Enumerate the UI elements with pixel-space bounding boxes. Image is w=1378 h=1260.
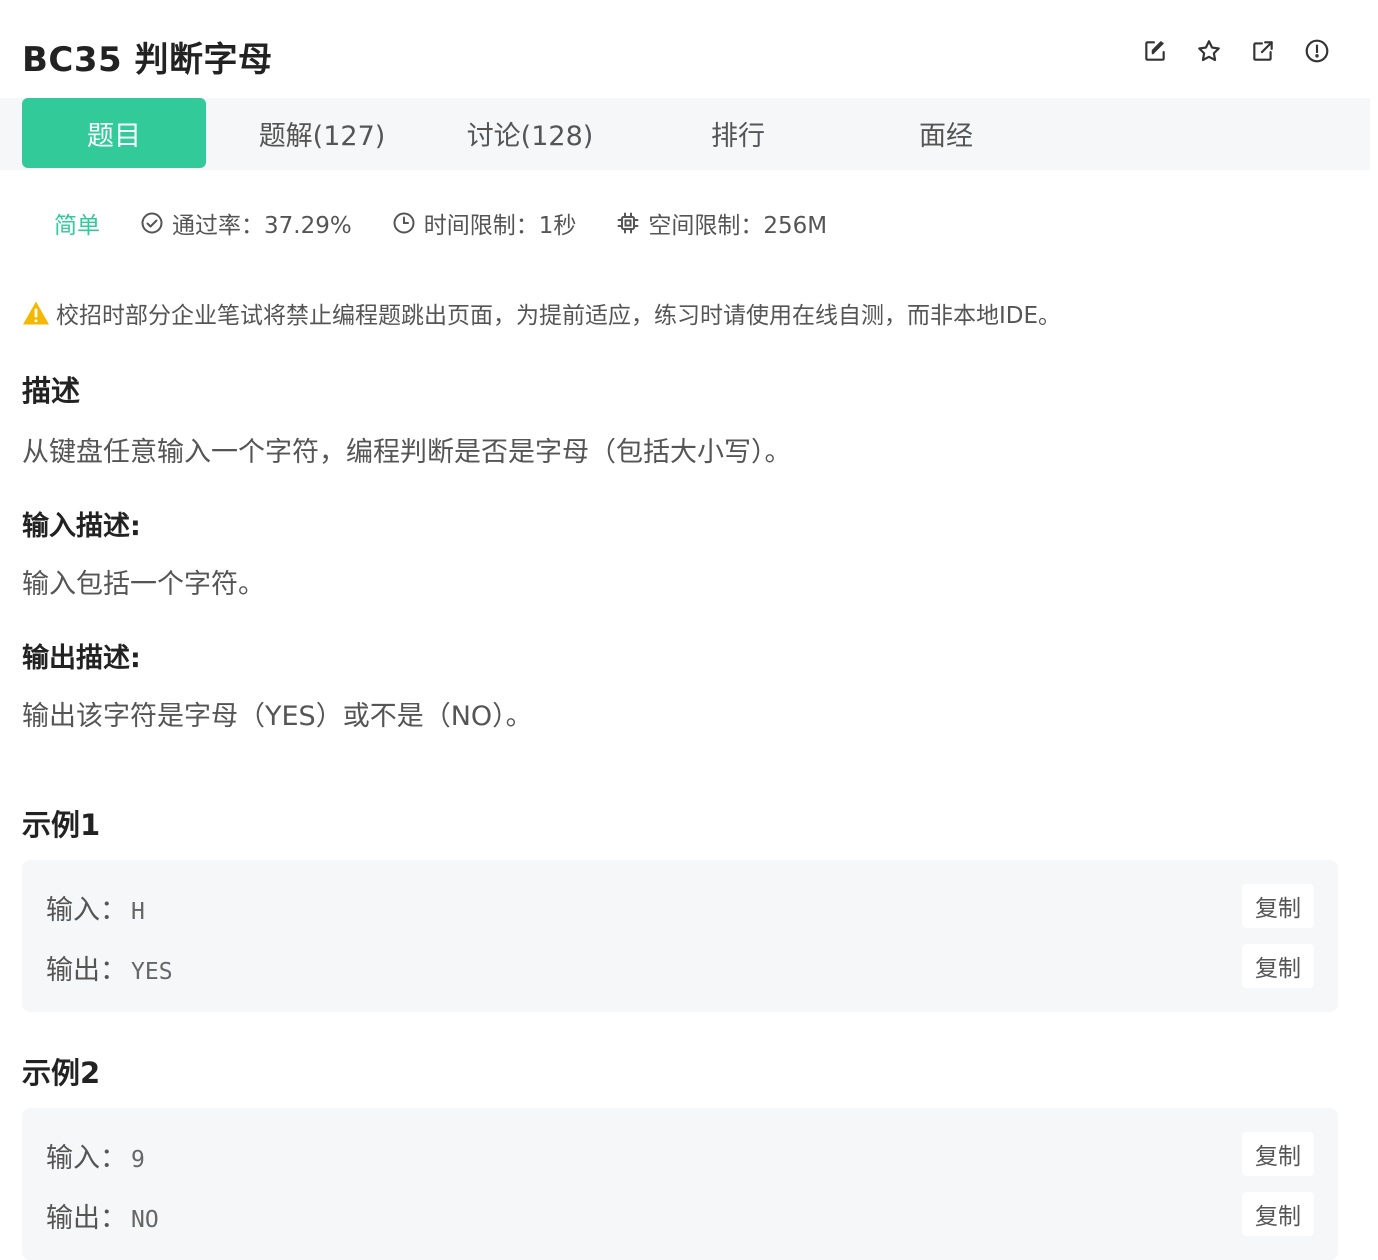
example-1-output-label: 输出：	[46, 955, 127, 986]
pass-rate: 通过率：37.29%	[140, 206, 352, 240]
edit-icon[interactable]	[1142, 38, 1168, 64]
problem-page: BC35 判断字母 题目 题解(127) 讨论(128) 排行 面经 简单 通过…	[0, 0, 1378, 1260]
report-icon[interactable]	[1304, 38, 1330, 64]
tab-solutions[interactable]: 题解(127)	[230, 98, 414, 168]
output-desc-heading: 输出描述:	[22, 643, 141, 674]
example-1-input-copy-button[interactable]: 复制	[1242, 884, 1314, 928]
time-limit: 时间限制：1秒	[392, 206, 577, 240]
chip-icon	[617, 212, 639, 234]
input-desc-heading: 输入描述:	[22, 511, 141, 542]
example-1-input-value: H	[131, 899, 145, 925]
example-1-box: 输入： H 复制 输出： YES 复制	[22, 860, 1338, 1012]
pass-rate-text: 通过率：37.29%	[172, 213, 352, 239]
tab-interview[interactable]: 面经	[854, 98, 1038, 168]
example-1-output-copy-button[interactable]: 复制	[1242, 944, 1314, 988]
example-2-output-label: 输出：	[46, 1203, 127, 1234]
clock-icon	[393, 212, 415, 234]
tab-bar: 题目 题解(127) 讨论(128) 排行 面经	[0, 98, 1370, 170]
time-limit-text: 时间限制：1秒	[423, 213, 577, 239]
description-text: 从键盘任意输入一个字符，编程判断是否是字母（包括大小写）。	[22, 437, 792, 468]
example-2-output-row: 输出： NO	[46, 1196, 159, 1235]
notice-text: 校招时部分企业笔试将禁止编程题跳出页面，为提前适应，练习时请使用在线自测，而非本…	[56, 303, 1062, 329]
notice-banner: 校招时部分企业笔试将禁止编程题跳出页面，为提前适应，练习时请使用在线自测，而非本…	[22, 296, 1061, 330]
example-1-input-label: 输入：	[46, 895, 127, 926]
example-2-input-copy-button[interactable]: 复制	[1242, 1132, 1314, 1176]
example-1-input-row: 输入： H	[46, 888, 145, 927]
tab-problem[interactable]: 题目	[22, 98, 206, 168]
example-2-output-copy-button[interactable]: 复制	[1242, 1192, 1314, 1236]
example-2-heading: 示例2	[22, 1056, 101, 1090]
output-desc-text: 输出该字符是字母（YES）或不是（NO）。	[22, 701, 533, 732]
problem-title: BC35 判断字母	[22, 40, 273, 80]
check-circle-icon	[141, 212, 163, 234]
warning-icon	[23, 301, 49, 325]
problem-meta: 简单 通过率：37.29% 时间限制：1秒 空间限制：256M	[54, 206, 867, 240]
input-desc-text: 输入包括一个字符。	[22, 569, 265, 600]
example-1-output-row: 输出： YES	[46, 948, 173, 987]
space-limit: 空间限制：256M	[616, 206, 827, 240]
difficulty-badge: 简单	[54, 213, 100, 239]
tab-ranking[interactable]: 排行	[646, 98, 830, 168]
description-heading: 描述	[22, 374, 81, 408]
space-limit-text: 空间限制：256M	[648, 213, 828, 239]
example-2-output-value: NO	[131, 1207, 159, 1233]
header-actions	[1142, 38, 1330, 64]
example-2-input-value: 9	[131, 1147, 145, 1173]
example-2-input-label: 输入：	[46, 1143, 127, 1174]
star-icon[interactable]	[1196, 38, 1222, 64]
share-icon[interactable]	[1250, 38, 1276, 64]
example-1-heading: 示例1	[22, 808, 101, 842]
tab-discussion[interactable]: 讨论(128)	[438, 98, 622, 168]
example-2-box: 输入： 9 复制 输出： NO 复制	[22, 1108, 1338, 1260]
example-1-output-value: YES	[131, 959, 173, 985]
example-2-input-row: 输入： 9	[46, 1136, 145, 1175]
